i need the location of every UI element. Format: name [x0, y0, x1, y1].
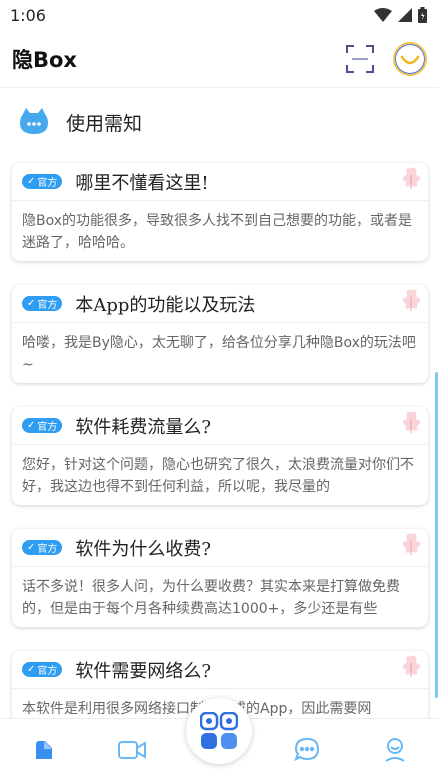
signal-icon	[398, 8, 412, 22]
center-apps-button[interactable]	[186, 698, 252, 764]
card-title: 哪里不懂看这里!	[75, 172, 209, 194]
article-card[interactable]: ✓ 官方 哪里不懂看这里! 隐Box的功能很多，导致很多人找不到自己想要的功能，或…	[12, 163, 428, 261]
nav-home[interactable]	[24, 730, 64, 770]
article-feed: ✓ 官方 哪里不懂看这里! 隐Box的功能很多，导致很多人找不到自己想要的功能，或…	[12, 163, 428, 773]
nav-chat[interactable]	[287, 730, 327, 770]
status-bar: 1:06	[0, 0, 439, 30]
home-icon	[35, 740, 52, 759]
badge-label: 官方	[37, 422, 58, 433]
verified-check-icon: ✓	[27, 298, 36, 309]
article-card[interactable]: ✓ 官方 软件为什么收费? 话不多说！很多人问，为什么要收费？其实本来是打算做免费…	[12, 529, 428, 627]
card-header: ✓ 官方 哪里不懂看这里!	[12, 163, 428, 201]
official-badge: ✓ 官方	[22, 174, 63, 189]
card-title: 软件需要网络么?	[75, 660, 212, 682]
verified-check-icon: ✓	[27, 542, 36, 553]
flower-decoration-icon	[402, 167, 421, 189]
notice-label: 使用需知	[66, 112, 143, 135]
official-badge: ✓ 官方	[22, 662, 63, 677]
card-title: 软件为什么收费?	[75, 538, 212, 560]
badge-label: 官方	[37, 178, 58, 189]
article-card[interactable]: ✓ 官方 本App的功能以及玩法 哈喽，我是By隐心，太无聊了，给各位分享几种隐B…	[12, 285, 428, 383]
card-title: 软件耗费流量么?	[75, 416, 212, 438]
nav-profile[interactable]	[375, 730, 415, 770]
card-title: 本App的功能以及玩法	[75, 294, 256, 316]
card-excerpt: 话不多说！很多人问，为什么要收费？其实本来是打算做免费的，但是由于每个月各种续费…	[22, 579, 400, 617]
flower-decoration-icon	[402, 533, 421, 555]
video-icon	[117, 740, 146, 759]
scrollbar-thumb[interactable]	[435, 372, 438, 698]
badge-label: 官方	[37, 300, 58, 311]
official-badge: ✓ 官方	[22, 296, 63, 311]
badge-label: 官方	[37, 544, 58, 555]
scan-button[interactable]	[345, 44, 375, 74]
card-header: ✓ 官方 软件为什么收费?	[12, 529, 428, 567]
apps-icon	[200, 712, 238, 749]
status-icons	[374, 7, 427, 23]
nav-video[interactable]	[112, 730, 152, 770]
scan-icon	[346, 44, 374, 73]
verified-check-icon: ✓	[27, 664, 36, 675]
card-header: ✓ 官方 软件需要网络么?	[12, 651, 428, 689]
official-badge: ✓ 官方	[22, 418, 63, 433]
app-title: 隐Box	[12, 47, 77, 72]
chat-icon	[294, 737, 320, 761]
article-card[interactable]: ✓ 官方 软件耗费流量么? 您好，针对这个问题，隐心也研究了很久，太浪费流量对你们…	[12, 407, 428, 505]
card-header: ✓ 官方 本App的功能以及玩法	[12, 285, 428, 323]
flower-decoration-icon	[402, 411, 421, 433]
flower-decoration-icon	[402, 289, 421, 311]
card-excerpt: 哈喽，我是By隐心，太无聊了，给各位分享几种隐Box的玩法吧~	[22, 335, 416, 373]
verified-check-icon: ✓	[27, 420, 36, 431]
card-excerpt: 隐Box的功能很多，导致很多人找不到自己想要的功能，或者是迷路了，哈哈哈。	[22, 213, 413, 251]
wifi-icon	[374, 8, 392, 22]
profile-icon	[385, 737, 405, 762]
flower-decoration-icon	[402, 655, 421, 677]
official-badge: ✓ 官方	[22, 540, 63, 555]
notice-row[interactable]: 使用需知	[0, 96, 439, 148]
cat-chat-icon	[20, 108, 48, 134]
battery-icon	[418, 7, 427, 23]
card-excerpt: 您好，针对这个问题，隐心也研究了很久，太浪费流量对你们不好，我这边也得不到任何利…	[22, 457, 414, 495]
verified-check-icon: ✓	[27, 176, 36, 187]
status-time: 1:06	[10, 5, 46, 25]
app-header: 隐Box	[0, 30, 439, 88]
smile-icon	[400, 55, 420, 64]
avatar[interactable]	[393, 41, 427, 76]
card-header: ✓ 官方 软件耗费流量么?	[12, 407, 428, 445]
badge-label: 官方	[37, 666, 58, 677]
